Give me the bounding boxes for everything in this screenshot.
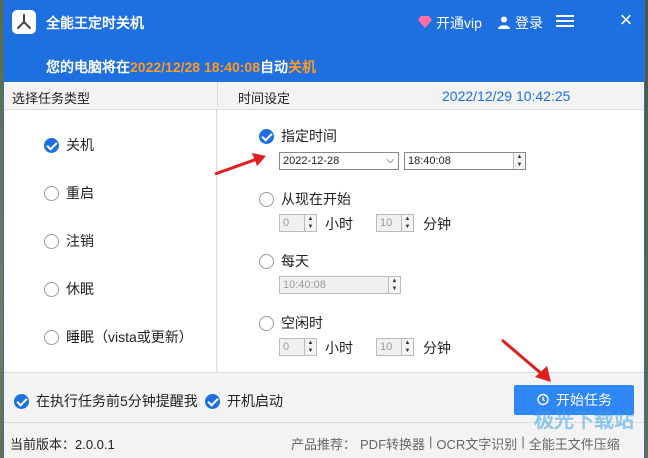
spin-arrows-icon[interactable]: ▲ ▼ [304, 215, 316, 231]
promo-separator: | [521, 434, 525, 449]
current-clock: 2022/12/29 10:42:25 [442, 88, 571, 104]
shutdown-notice: 您的电脑将在2022/12/28 18:40:08自动关机 [46, 57, 316, 77]
radio-hibernate[interactable] [44, 281, 59, 297]
diamond-icon [418, 15, 432, 31]
app-logo-icon [12, 10, 36, 34]
app-title: 全能王定时关机 [46, 15, 144, 31]
app-window: 全能王定时关机 开通vip 登录 × 您的电脑将在2022/12/28 18:4… [3, 0, 645, 458]
option-hibernate[interactable]: 休眠 [44, 279, 94, 299]
daily-time-input[interactable]: 10:40:08 ▲ ▼ [279, 276, 401, 294]
option-from-now[interactable]: 从现在开始 [259, 189, 351, 209]
specified-time-input[interactable]: 18:40:08 ▲ ▼ [404, 152, 526, 170]
radio-specified-time[interactable] [259, 128, 274, 144]
promo-pdf-link[interactable]: PDF转换器 [360, 434, 425, 453]
idle-label: 空闲时 [281, 315, 323, 331]
date-picker[interactable]: 2022-12-28 ⌵ [279, 152, 399, 170]
radio-idle[interactable] [259, 315, 274, 331]
spin-arrows-icon[interactable]: ▲ ▼ [388, 277, 400, 293]
chevron-down-icon[interactable]: ⌵ [386, 153, 394, 169]
option-shutdown[interactable]: 关机 [44, 135, 94, 155]
autostart-checkbox[interactable]: 开机启动 [205, 391, 283, 411]
from-now-label: 从现在开始 [281, 191, 351, 207]
promo-prefix: 产品推荐： [291, 437, 357, 452]
option-restart-label: 重启 [66, 185, 94, 201]
radio-sleep[interactable] [44, 329, 59, 345]
option-daily[interactable]: 每天 [259, 251, 309, 271]
autostart-label: 开机启动 [227, 393, 283, 409]
radio-restart[interactable] [44, 185, 59, 201]
autostart-check-icon[interactable] [205, 393, 220, 409]
spin-arrows-icon[interactable]: ▲ ▼ [304, 339, 316, 355]
daily-time-value: 10:40:08 [283, 279, 326, 291]
radio-shutdown[interactable] [44, 137, 59, 153]
notice-action: 关机 [288, 59, 316, 75]
spin-arrows-icon[interactable]: ▲ ▼ [401, 339, 413, 355]
option-logoff-label: 注销 [66, 233, 94, 249]
alarm-clock-icon [536, 392, 550, 409]
option-logoff[interactable]: 注销 [44, 231, 94, 251]
promo-ocr-link[interactable]: OCR文字识别 [436, 434, 517, 453]
idle-minutes-value: 10 [380, 341, 393, 353]
version-label: 当前版本：2.0.0.1 [10, 437, 115, 452]
radio-logoff[interactable] [44, 233, 59, 249]
user-icon [497, 15, 511, 32]
daily-label: 每天 [281, 253, 309, 269]
date-value: 2022-12-28 [283, 155, 340, 167]
promo-separator: | [429, 434, 433, 449]
specified-time-value: 18:40:08 [408, 155, 451, 167]
option-sleep[interactable]: 睡眠（vista或更新） [44, 327, 193, 347]
option-specified-time[interactable]: 指定时间 [259, 126, 337, 146]
spin-arrows-icon[interactable]: ▲ ▼ [513, 153, 525, 169]
section-headers: 选择任务类型 时间设定 2022/12/29 10:42:25 [4, 82, 644, 110]
remind-label: 在执行任务前5分钟提醒我 [36, 393, 198, 409]
login-button[interactable]: 登录 [497, 13, 543, 33]
product-recommendations: 产品推荐： PDF转换器 | OCR文字识别 | 全能王文件压缩 [291, 434, 620, 453]
idle-minutes[interactable]: 10 ▲ ▼ [376, 338, 414, 356]
vip-button[interactable]: 开通vip [418, 13, 482, 33]
idle-hours-unit-label: 小时 [325, 340, 353, 356]
minutes-unit-label: 分钟 [423, 216, 451, 232]
task-type-header: 选择任务类型 [12, 91, 91, 106]
status-bar: 当前版本：2.0.0.1 产品推荐： PDF转换器 | OCR文字识别 | 全能… [4, 422, 644, 458]
time-setting-panel: 指定时间 2022-12-28 ⌵ 18:40:08 ▲ ▼ 从现在开始 0 ▲ ▼… [218, 110, 644, 372]
radio-daily[interactable] [259, 253, 274, 269]
option-restart[interactable]: 重启 [44, 183, 94, 203]
from-now-minutes-value: 10 [380, 217, 393, 229]
specified-time-label: 指定时间 [281, 128, 337, 144]
title-bar: 全能王定时关机 开通vip 登录 × 您的电脑将在2022/12/28 18:4… [4, 0, 644, 82]
menu-icon[interactable] [556, 12, 574, 30]
idle-minutes-unit-label: 分钟 [423, 340, 451, 356]
spin-arrows-icon[interactable]: ▲ ▼ [401, 215, 413, 231]
remind-checkbox[interactable]: 在执行任务前5分钟提醒我 [14, 391, 198, 411]
start-task-button[interactable]: 开始任务 [514, 385, 634, 415]
option-hibernate-label: 休眠 [66, 281, 94, 297]
header-divider [217, 82, 218, 110]
idle-hours-value: 0 [283, 341, 290, 353]
promo-zip-link[interactable]: 全能王文件压缩 [529, 434, 620, 453]
task-type-panel: 关机 重启 注销 休眠 睡眠（vista或更新） [4, 110, 217, 372]
login-label: 登录 [515, 15, 543, 31]
option-shutdown-label: 关机 [66, 137, 94, 153]
notice-mid: 自动 [260, 59, 288, 75]
remind-check-icon[interactable] [14, 393, 29, 409]
hours-unit-label: 小时 [325, 216, 353, 232]
from-now-hours[interactable]: 0 ▲ ▼ [279, 214, 317, 232]
vip-label: 开通vip [436, 15, 482, 31]
from-now-minutes[interactable]: 10 ▲ ▼ [376, 214, 414, 232]
radio-from-now[interactable] [259, 191, 274, 207]
start-task-label: 开始任务 [556, 392, 612, 408]
option-sleep-label: 睡眠（vista或更新） [66, 329, 193, 345]
option-idle[interactable]: 空闲时 [259, 313, 323, 333]
from-now-hours-value: 0 [283, 217, 290, 229]
notice-time: 2022/12/28 18:40:08 [130, 59, 260, 75]
notice-prefix: 您的电脑将在 [46, 59, 130, 75]
time-setting-header: 时间设定 [238, 91, 291, 106]
idle-hours[interactable]: 0 ▲ ▼ [279, 338, 317, 356]
close-icon[interactable]: × [616, 9, 636, 31]
